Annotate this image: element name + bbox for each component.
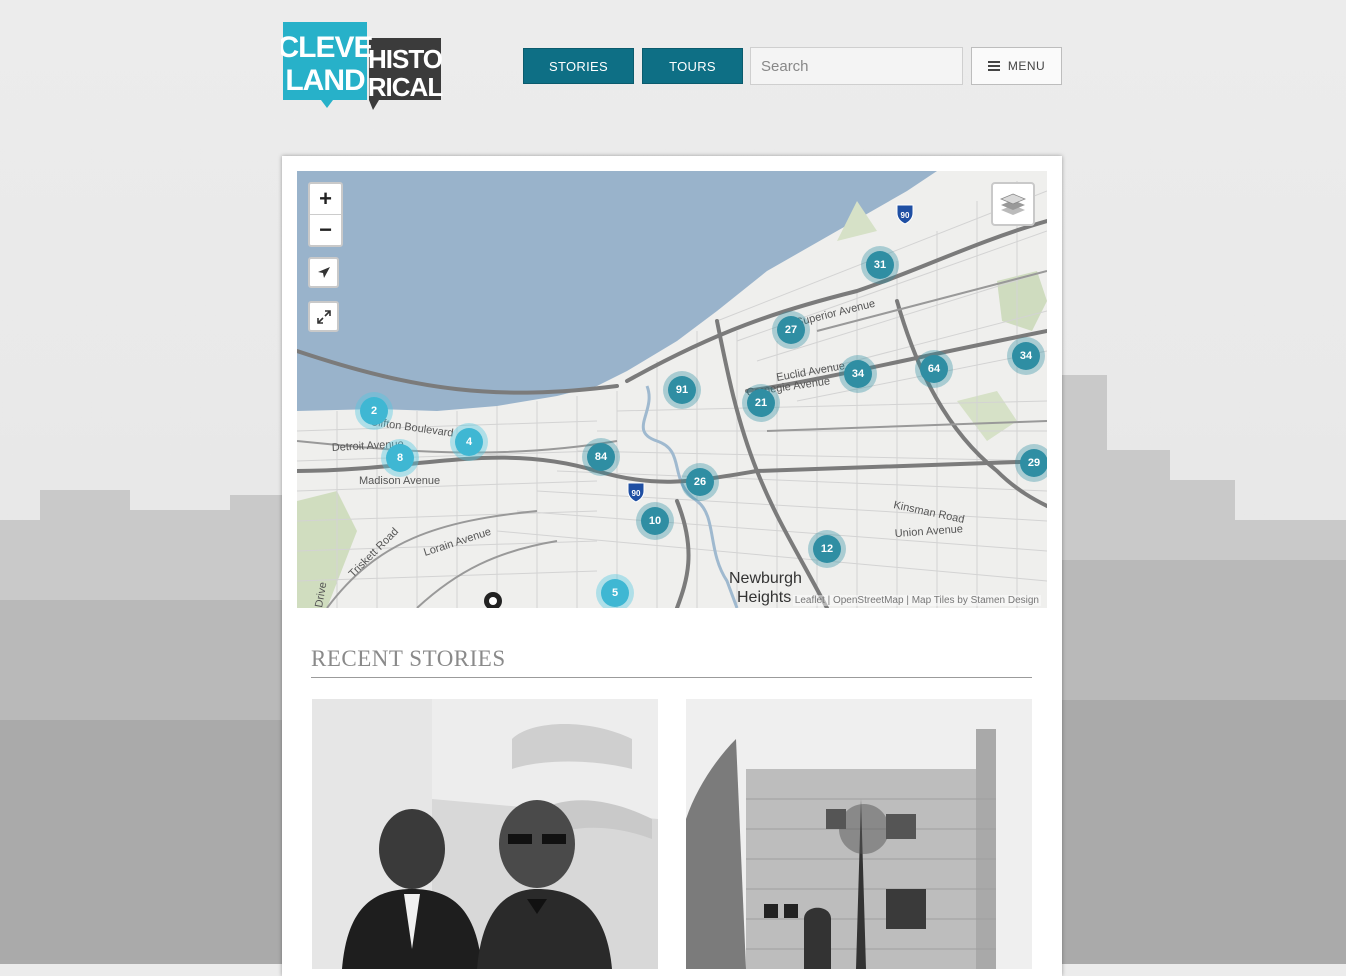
- locate-button[interactable]: [308, 257, 339, 288]
- label-heights: Heights: [737, 589, 791, 606]
- content-panel: Superior Avenue Euclid Avenue Carnegie A…: [282, 156, 1062, 976]
- search-input[interactable]: [750, 47, 963, 85]
- cleveland-historical-logo[interactable]: CLEVE LAND HISTO RICAL: [281, 20, 443, 112]
- map-cluster[interactable]: 64: [915, 350, 953, 388]
- map-cluster[interactable]: 31: [861, 246, 899, 284]
- zoom-out-button[interactable]: −: [310, 214, 341, 245]
- site-header: CLEVE LAND HISTO RICAL STORIES TOURS MEN…: [0, 0, 1346, 150]
- map-cluster[interactable]: 21: [742, 384, 780, 422]
- map-cluster[interactable]: 84: [582, 438, 620, 476]
- tours-button[interactable]: TOURS: [642, 48, 743, 84]
- location-arrow-icon: [317, 266, 330, 278]
- map-cluster[interactable]: 27: [772, 311, 810, 349]
- hamburger-icon: [987, 61, 1000, 71]
- expand-icon: [316, 309, 331, 324]
- menu-label: MENU: [1007, 59, 1046, 73]
- svg-text:90: 90: [632, 489, 641, 498]
- zoom-in-button[interactable]: +: [310, 184, 341, 214]
- photo-stone-building: [686, 699, 1032, 969]
- layers-button[interactable]: [991, 182, 1035, 226]
- story-card[interactable]: [312, 699, 658, 969]
- map-cluster[interactable]: 8: [381, 439, 419, 477]
- label-newburgh: Newburgh: [729, 570, 802, 587]
- map-cluster[interactable]: 10: [636, 502, 674, 540]
- recent-stories-heading: RECENT STORIES: [311, 646, 506, 671]
- logo-text-histo: HISTO: [368, 44, 443, 74]
- heading-divider: [311, 677, 1032, 678]
- logo-text-rical: RICAL: [368, 72, 443, 102]
- map-attribution[interactable]: Leaflet | OpenStreetMap | Map Tiles by S…: [792, 595, 1041, 606]
- map-cluster[interactable]: 4: [450, 423, 488, 461]
- map-cluster[interactable]: 12: [808, 530, 846, 568]
- menu-button[interactable]: MENU: [971, 47, 1062, 85]
- map-cluster[interactable]: 5: [596, 574, 634, 608]
- map-cluster[interactable]: 34: [1007, 337, 1045, 375]
- map-cluster[interactable]: 26: [681, 463, 719, 501]
- logo-text-land: LAND: [285, 64, 365, 97]
- map-cluster[interactable]: 2: [355, 392, 393, 430]
- zoom-control: + −: [308, 182, 343, 247]
- svg-text:90: 90: [901, 211, 910, 220]
- map-cluster[interactable]: 29: [1015, 444, 1047, 482]
- story-card[interactable]: [686, 699, 1032, 969]
- map[interactable]: Superior Avenue Euclid Avenue Carnegie A…: [297, 171, 1047, 608]
- photo-two-men: [312, 699, 658, 969]
- map-cluster[interactable]: 34: [839, 355, 877, 393]
- stories-button[interactable]: STORIES: [523, 48, 634, 84]
- fullscreen-button[interactable]: [308, 301, 339, 332]
- layers-icon: [1000, 193, 1026, 215]
- map-cluster[interactable]: 91: [663, 371, 701, 409]
- logo-text-cleve: CLEVE: [281, 31, 373, 64]
